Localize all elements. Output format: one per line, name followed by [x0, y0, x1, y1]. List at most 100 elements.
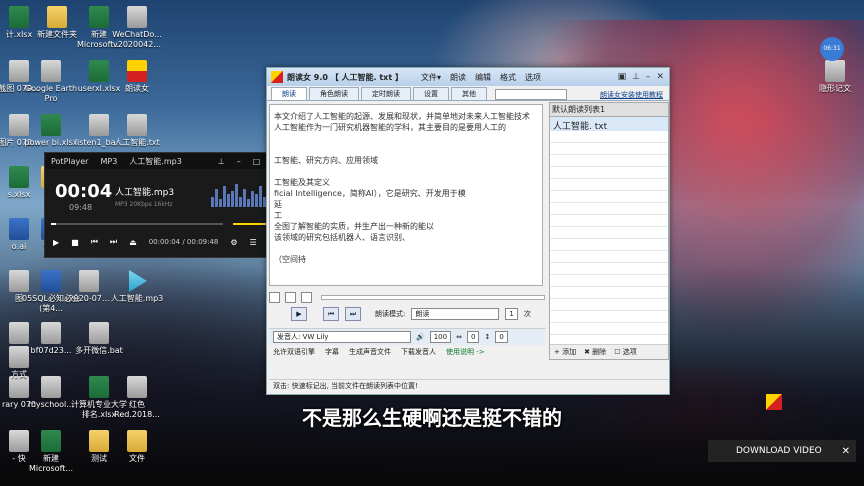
- next-button[interactable]: ⏭: [345, 307, 361, 321]
- maximize-icon[interactable]: □: [247, 157, 267, 166]
- potplayer-format: MP3: [100, 156, 118, 166]
- file-icon: [9, 270, 29, 292]
- previous-button[interactable]: ⏮: [323, 307, 339, 321]
- desktop-icon[interactable]: 文件: [106, 430, 168, 464]
- file-icon: [127, 60, 147, 82]
- desktop-icon[interactable]: 隐形记文: [804, 60, 864, 94]
- list-empty-rows: [550, 131, 668, 343]
- menu-edit[interactable]: 编辑: [475, 72, 491, 83]
- menu-icon[interactable]: ☰: [250, 238, 257, 247]
- repeat-count-input[interactable]: 1: [505, 308, 518, 320]
- subtitle-button[interactable]: 字幕: [325, 347, 339, 357]
- desktop-icon[interactable]: 人工智能.txt: [106, 114, 168, 148]
- eject-icon[interactable]: ⏏: [129, 238, 137, 247]
- download-video-label[interactable]: DOWNLOAD VIDEO: [736, 446, 822, 456]
- previous-icon[interactable]: ⏮: [91, 237, 98, 247]
- current-time: 00:04: [55, 181, 113, 202]
- reader-window[interactable]: 朗读女 9.0 【 人工智能. txt 】 文件▾ 朗读 编辑 格式 选项 ▣ …: [266, 67, 670, 395]
- reader-titlebar[interactable]: 朗读女 9.0 【 人工智能. txt 】 文件▾ 朗读 编辑 格式 选项 ▣ …: [267, 68, 669, 86]
- speaker-select[interactable]: 发音人: VW Lily: [273, 331, 411, 343]
- desktop-icon[interactable]: 人工智能.mp3: [106, 270, 168, 304]
- text-line: 人工智能作为一门研究机器智能的学科，其主要目的是要用人工的: [274, 123, 506, 132]
- text-line: ficial Intelligence，简称AI），它是研究、开发用于模: [274, 189, 466, 198]
- tab-role-read[interactable]: 角色朗读: [309, 87, 359, 100]
- desktop-icon-label: 人工智能.txt: [114, 138, 160, 147]
- minimize-icon[interactable]: –: [231, 157, 247, 166]
- file-icon: [41, 60, 61, 82]
- download-video-button[interactable]: DOWNLOAD VIDEO ✕: [708, 440, 856, 462]
- rate-icon: ⇔: [456, 333, 462, 341]
- microphone-icon[interactable]: [301, 291, 312, 303]
- menu-read[interactable]: 朗读: [450, 72, 466, 83]
- desktop-icon[interactable]: 朗读女: [106, 60, 168, 94]
- help-link[interactable]: 朗读女安装使用教程: [600, 90, 663, 100]
- play-list[interactable]: 默认朗读列表1 人工智能. txt + 添加 ✖ 删除 ☐ 选项: [549, 102, 669, 360]
- delete-button[interactable]: ✖ 删除: [584, 347, 606, 357]
- text-editor[interactable]: 本文介绍了人工智能的起源、发展和现状，并简单地对未来人工智能技术 人工智能作为一门…: [269, 104, 543, 286]
- text-line: 该领域的研究包括机器人、语言识别、: [274, 233, 410, 242]
- desktop-icon[interactable]: 多开微信.bat: [68, 322, 130, 356]
- read-mode-select[interactable]: 朗读: [411, 308, 500, 320]
- menu-format[interactable]: 格式: [500, 72, 516, 83]
- pin-icon[interactable]: ⊥: [212, 157, 231, 166]
- file-icon: [127, 114, 147, 136]
- pitch-value[interactable]: 0: [495, 331, 508, 343]
- menu-options[interactable]: 选项: [525, 72, 541, 83]
- download-voice-button[interactable]: 下载发音人: [401, 347, 436, 357]
- next-icon[interactable]: ⏭: [110, 237, 117, 247]
- settings-gear-icon[interactable]: ⚙: [230, 238, 237, 247]
- desktop-icon[interactable]: 图: [0, 270, 50, 304]
- play-icon[interactable]: ▶: [53, 238, 59, 247]
- pin-icon[interactable]: ⊥: [632, 72, 640, 82]
- minimize-icon[interactable]: –: [646, 72, 651, 82]
- total-time: 09:48: [69, 203, 93, 212]
- options-button[interactable]: ☐ 选项: [614, 347, 637, 357]
- close-icon[interactable]: ✕: [842, 446, 850, 457]
- file-icon: [47, 6, 67, 28]
- music-icon[interactable]: [285, 291, 296, 303]
- text-line: 本文介绍了人工智能的起源、发展和现状，并简单地对未来人工智能技术: [274, 112, 530, 121]
- track-meta: MP3 20Kbps 16kHz: [115, 201, 173, 208]
- read-progress-slider[interactable]: [321, 294, 545, 300]
- tab-timed-read[interactable]: 定时朗读: [361, 87, 411, 100]
- search-input[interactable]: [495, 89, 567, 100]
- potplayer-window[interactable]: PotPlayer MP3 人工智能.mp3 ⊥ – □ ✕ 00:04 09:…: [44, 152, 286, 258]
- rate-value[interactable]: 0: [466, 331, 480, 343]
- usage-help-link[interactable]: 使用说明 ->: [446, 347, 485, 357]
- bilingual-checkbox[interactable]: 允许双语引擎: [273, 347, 315, 357]
- potplayer-app-name[interactable]: PotPlayer: [45, 157, 94, 166]
- desktop-icon[interactable]: WeChatDo... v2020042...: [106, 6, 168, 50]
- play-button[interactable]: ▶: [291, 307, 307, 321]
- file-icon: [9, 346, 29, 368]
- menu-file[interactable]: 文件▾: [421, 72, 441, 83]
- skin-icon[interactable]: ▣: [618, 72, 627, 82]
- stop-icon[interactable]: ■: [71, 238, 79, 247]
- list-header[interactable]: 默认朗读列表1: [550, 103, 668, 117]
- tab-other[interactable]: 其他: [451, 87, 487, 100]
- add-button[interactable]: + 添加: [554, 347, 576, 357]
- potplayer-titlebar[interactable]: PotPlayer MP3 人工智能.mp3 ⊥ – □ ✕: [45, 153, 285, 169]
- potplayer-window-title: 人工智能.mp3: [129, 156, 182, 166]
- file-icon: [89, 322, 109, 344]
- reader-title: 朗读女 9.0 【 人工智能. txt 】: [287, 72, 403, 82]
- open-file-icon[interactable]: [269, 291, 280, 303]
- close-icon[interactable]: ✕: [656, 72, 664, 82]
- tab-settings[interactable]: 设置: [413, 87, 449, 100]
- seek-bar[interactable]: [51, 223, 223, 225]
- desktop-icon[interactable]: 方式: [0, 346, 50, 380]
- file-icon: [9, 322, 29, 344]
- volume-icon: 🔊: [416, 333, 425, 341]
- file-icon: [127, 376, 147, 398]
- tab-read[interactable]: 朗读: [271, 87, 307, 100]
- desktop-icon-label: 人工智能.mp3: [110, 294, 164, 303]
- eq-bar: [223, 186, 226, 207]
- generate-audio-button[interactable]: 生成声音文件: [349, 347, 391, 357]
- eq-bar: [231, 191, 234, 207]
- desktop-icon-label: WeChatDo... v2020042...: [112, 30, 162, 49]
- eq-bar: [227, 194, 230, 207]
- text-line: [274, 133, 538, 144]
- status-bar: 双击: 快速标记出, 当前文件在朗读列表中位置!: [269, 379, 669, 392]
- volume-value[interactable]: 100: [429, 331, 452, 343]
- file-icon: [41, 114, 61, 136]
- text-line: 工: [274, 211, 282, 220]
